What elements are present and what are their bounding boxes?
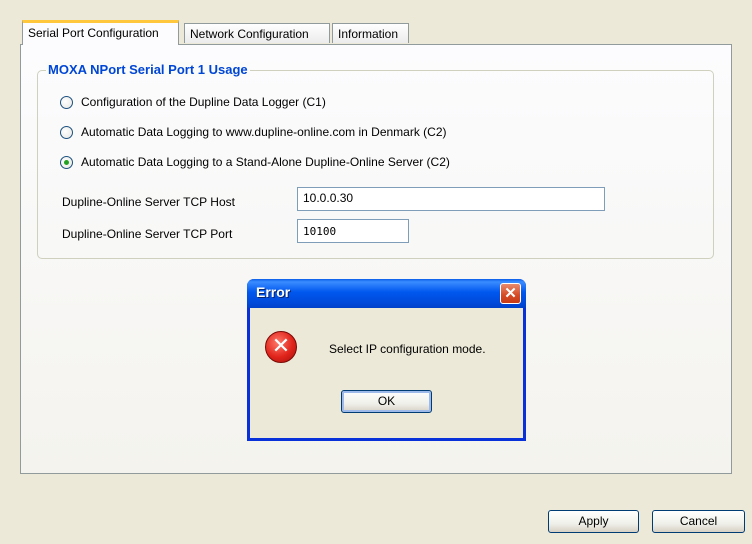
dialog-title: Error — [256, 284, 291, 300]
tcp-host-input[interactable]: 10.0.0.30 — [297, 187, 605, 211]
group-title: MOXA NPort Serial Port 1 Usage — [46, 62, 250, 77]
tab-information[interactable]: Information — [332, 23, 409, 43]
radio-button[interactable] — [60, 125, 73, 139]
radio-label: Automatic Data Logging to a Stand-Alone … — [81, 155, 450, 169]
dialog-message: Select IP configuration mode. — [329, 342, 486, 356]
error-dialog: Error ✕ ✕ Select IP configuration mode. … — [247, 279, 526, 441]
ok-button[interactable]: OK — [341, 390, 432, 413]
tab-network-configuration[interactable]: Network Configuration — [184, 23, 330, 43]
radio-option-c1[interactable]: Configuration of the Dupline Data Logger… — [60, 93, 326, 111]
apply-button[interactable]: Apply — [548, 510, 639, 533]
error-icon: ✕ — [265, 331, 297, 363]
radio-button[interactable] — [60, 95, 73, 109]
cancel-button[interactable]: Cancel — [652, 510, 745, 533]
tcp-port-input[interactable]: 10100 — [297, 219, 409, 243]
dialog-title-bar[interactable]: Error ✕ — [247, 279, 526, 308]
radio-label: Automatic Data Logging to www.dupline-on… — [81, 125, 447, 139]
tab-serial-port-configuration[interactable]: Serial Port Configuration — [22, 20, 179, 45]
radio-button-selected[interactable] — [60, 155, 73, 169]
close-icon[interactable]: ✕ — [500, 283, 521, 304]
radio-label: Configuration of the Dupline Data Logger… — [81, 95, 326, 109]
radio-option-c2-standalone[interactable]: Automatic Data Logging to a Stand-Alone … — [60, 153, 450, 171]
radio-option-c2-denmark[interactable]: Automatic Data Logging to www.dupline-on… — [60, 123, 447, 141]
serial-port-usage-group: MOXA NPort Serial Port 1 Usage Configura… — [37, 62, 714, 259]
tcp-host-label: Dupline-Online Server TCP Host — [62, 195, 235, 209]
tcp-port-label: Dupline-Online Server TCP Port — [62, 227, 233, 241]
